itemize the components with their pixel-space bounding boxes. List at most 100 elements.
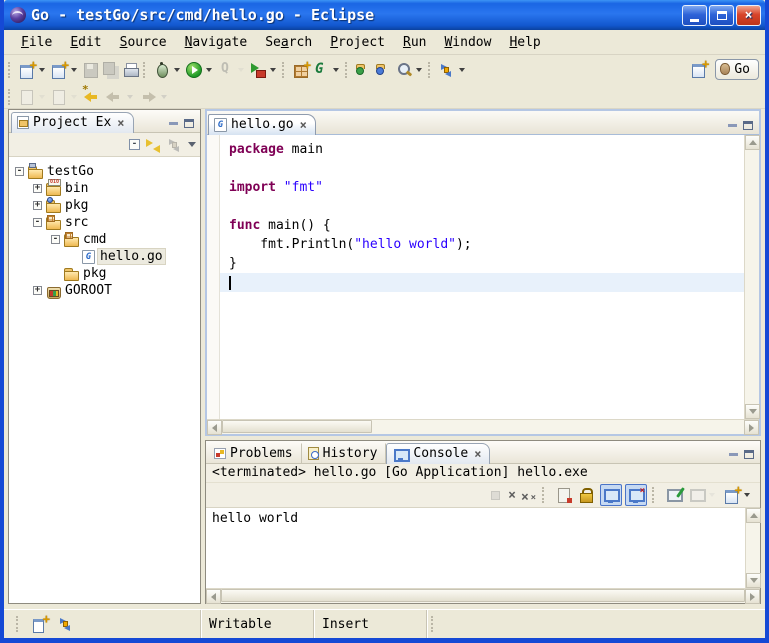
- tab-console[interactable]: Console ×: [386, 443, 490, 464]
- expand-expander-icon[interactable]: +: [33, 286, 42, 295]
- tree-item-pkg2[interactable]: pkg: [13, 265, 200, 282]
- pin-console-button[interactable]: [664, 484, 684, 506]
- menu-project[interactable]: Project: [321, 33, 394, 52]
- scroll-down-icon[interactable]: [745, 404, 760, 419]
- collapse-all-icon[interactable]: -: [129, 139, 140, 150]
- print-button[interactable]: [121, 59, 141, 81]
- run-button[interactable]: [184, 59, 216, 81]
- menu-search[interactable]: Search: [256, 33, 321, 52]
- dropdown-arrow-icon[interactable]: [71, 68, 77, 72]
- menu-file[interactable]: File: [12, 33, 61, 52]
- minimize-button[interactable]: [682, 5, 707, 26]
- close-icon[interactable]: ×: [298, 118, 307, 132]
- expand-expander-icon[interactable]: +: [33, 201, 42, 210]
- dropdown-arrow-icon[interactable]: [39, 68, 45, 72]
- view-menu-icon[interactable]: [188, 142, 196, 147]
- go-perspective-button[interactable]: Go: [715, 59, 759, 80]
- clear-console-button[interactable]: [554, 484, 574, 506]
- scroll-up-icon[interactable]: [745, 135, 760, 150]
- scroll-left-icon[interactable]: [206, 589, 221, 604]
- editor-horizontal-scrollbar[interactable]: [207, 419, 759, 434]
- scroll-right-icon[interactable]: [745, 589, 760, 604]
- debug-button[interactable]: [152, 59, 184, 81]
- show-stdout-toggle[interactable]: [600, 484, 622, 506]
- tree-item-bin[interactable]: + 010 bin: [13, 180, 200, 197]
- annotation-ruler[interactable]: [207, 135, 220, 419]
- tree-item-src[interactable]: - src: [13, 214, 200, 231]
- new-go-project-button[interactable]: +: [291, 59, 311, 81]
- menu-navigate[interactable]: Navigate: [176, 33, 257, 52]
- scroll-right-icon[interactable]: [744, 420, 759, 435]
- sync-trim-icon[interactable]: [57, 615, 75, 633]
- new-go-element-button[interactable]: +: [49, 59, 81, 81]
- remove-launch-button[interactable]: ×: [507, 487, 517, 504]
- console-horizontal-scrollbar[interactable]: [206, 588, 760, 603]
- collapse-expander-icon[interactable]: -: [33, 218, 42, 227]
- link-with-editor-icon[interactable]: [144, 136, 162, 154]
- menu-run[interactable]: Run: [394, 33, 435, 52]
- open-folder-icon: [375, 61, 393, 79]
- scrollbar-thumb[interactable]: [221, 589, 745, 602]
- close-button[interactable]: ×: [736, 5, 761, 26]
- go-file-icon: G: [214, 118, 227, 132]
- expand-expander-icon[interactable]: +: [33, 184, 42, 193]
- dropdown-arrow-icon[interactable]: [459, 68, 465, 72]
- console-vertical-scrollbar[interactable]: [745, 508, 760, 588]
- open-folder-button[interactable]: [374, 59, 394, 81]
- scroll-left-icon[interactable]: [207, 420, 222, 435]
- dropdown-arrow-icon[interactable]: [174, 68, 180, 72]
- title-bar[interactable]: Go - testGo/src/cmd/hello.go - Eclipse ×: [4, 0, 765, 30]
- minimize-view-icon[interactable]: [169, 122, 178, 125]
- open-resource-button[interactable]: [354, 59, 374, 81]
- tab-problems[interactable]: Problems: [208, 443, 302, 464]
- maximize-view-icon[interactable]: [743, 121, 753, 130]
- tab-project-explorer[interactable]: Project Ex ×: [11, 112, 134, 133]
- menu-help[interactable]: Help: [500, 33, 549, 52]
- view-controls: [169, 119, 200, 132]
- collapse-expander-icon[interactable]: -: [51, 235, 60, 244]
- sync-button[interactable]: [437, 59, 469, 81]
- tree-item-hello-go[interactable]: G hello.go: [13, 248, 200, 265]
- search-button[interactable]: [394, 59, 426, 81]
- new-wizard-button[interactable]: +: [17, 59, 49, 81]
- tab-hello-go[interactable]: G hello.go ×: [208, 114, 316, 135]
- minimize-view-icon[interactable]: [729, 453, 738, 456]
- dropdown-arrow-icon[interactable]: [333, 68, 339, 72]
- scrollbar-thumb[interactable]: [222, 420, 372, 433]
- remove-all-launches-button[interactable]: ××: [520, 484, 537, 506]
- dropdown-arrow-icon[interactable]: [206, 68, 212, 72]
- show-stderr-toggle[interactable]: ×: [625, 484, 647, 506]
- tree-item-goroot[interactable]: + GOROOT: [13, 282, 200, 299]
- dropdown-arrow-icon[interactable]: [270, 68, 276, 72]
- editor-vertical-scrollbar[interactable]: [744, 135, 759, 419]
- collapse-expander-icon[interactable]: -: [15, 167, 24, 176]
- dropdown-arrow-icon[interactable]: [744, 493, 750, 497]
- tab-history[interactable]: History: [302, 443, 387, 464]
- console-output[interactable]: hello world: [206, 508, 745, 588]
- minimize-view-icon[interactable]: [728, 124, 737, 127]
- menu-edit[interactable]: Edit: [61, 33, 110, 52]
- tree-item-pkg[interactable]: + pkg: [13, 197, 200, 214]
- tree-item-testgo[interactable]: - testGo: [13, 163, 200, 180]
- close-icon[interactable]: ×: [472, 447, 481, 461]
- scroll-down-icon[interactable]: [746, 573, 761, 588]
- maximize-view-icon[interactable]: [744, 450, 754, 459]
- maximize-button[interactable]: [709, 5, 734, 26]
- new-go-app-button[interactable]: G: [311, 59, 343, 81]
- scroll-up-icon[interactable]: [746, 508, 761, 523]
- open-console-button[interactable]: +: [722, 484, 754, 506]
- close-icon[interactable]: ×: [115, 116, 124, 130]
- scroll-lock-button[interactable]: [577, 484, 597, 506]
- menu-source[interactable]: Source: [111, 33, 176, 52]
- dropdown-arrow-icon: [161, 95, 167, 99]
- maximize-view-icon[interactable]: [184, 119, 194, 128]
- external-tools-button[interactable]: [248, 59, 280, 81]
- project-tree: - testGo + 010 bin + pkg - src: [9, 157, 200, 603]
- tree-item-cmd[interactable]: - cmd: [13, 231, 200, 248]
- dropdown-arrow-icon[interactable]: [416, 68, 422, 72]
- menu-window[interactable]: Window: [435, 33, 500, 52]
- open-perspective-button[interactable]: +: [689, 58, 709, 80]
- code-editor[interactable]: package main import "fmt" func main() { …: [220, 135, 744, 419]
- fast-view-icon[interactable]: +: [31, 615, 49, 633]
- last-edit-location-button[interactable]: *: [81, 87, 103, 107]
